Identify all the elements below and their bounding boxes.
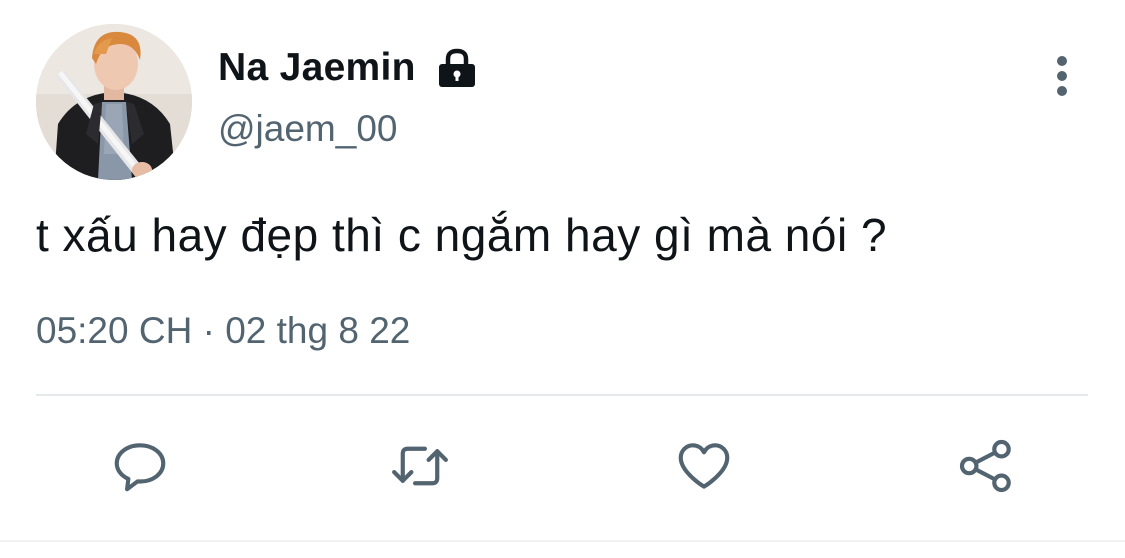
retweet-button[interactable] [388, 434, 452, 498]
reply-icon [114, 443, 166, 492]
reply-button[interactable] [108, 434, 172, 498]
tweet-timestamp[interactable]: 05:20 CH · 02 thg 8 22 [36, 310, 410, 352]
share-button[interactable] [954, 434, 1018, 498]
retweet-icon [392, 446, 448, 486]
bottom-divider [0, 540, 1125, 542]
lock-icon [436, 47, 478, 89]
tweet-text: t xấu hay đẹp thì c ngắm hay gì mà nói ? [36, 209, 888, 261]
tweet-card: Na Jaemin @jaem_00 t xấu hay đẹp thì c n… [0, 0, 1125, 558]
profile-photo [36, 24, 192, 180]
share-icon [959, 439, 1011, 493]
display-name-row: Na Jaemin [218, 40, 478, 96]
more-vertical-icon[interactable] [1044, 52, 1080, 100]
user-handle[interactable]: @jaem_00 [218, 108, 398, 150]
display-name[interactable]: Na Jaemin [218, 46, 416, 90]
heart-icon [678, 443, 730, 489]
avatar[interactable] [36, 24, 192, 180]
divider [36, 394, 1088, 396]
like-button[interactable] [672, 434, 736, 498]
